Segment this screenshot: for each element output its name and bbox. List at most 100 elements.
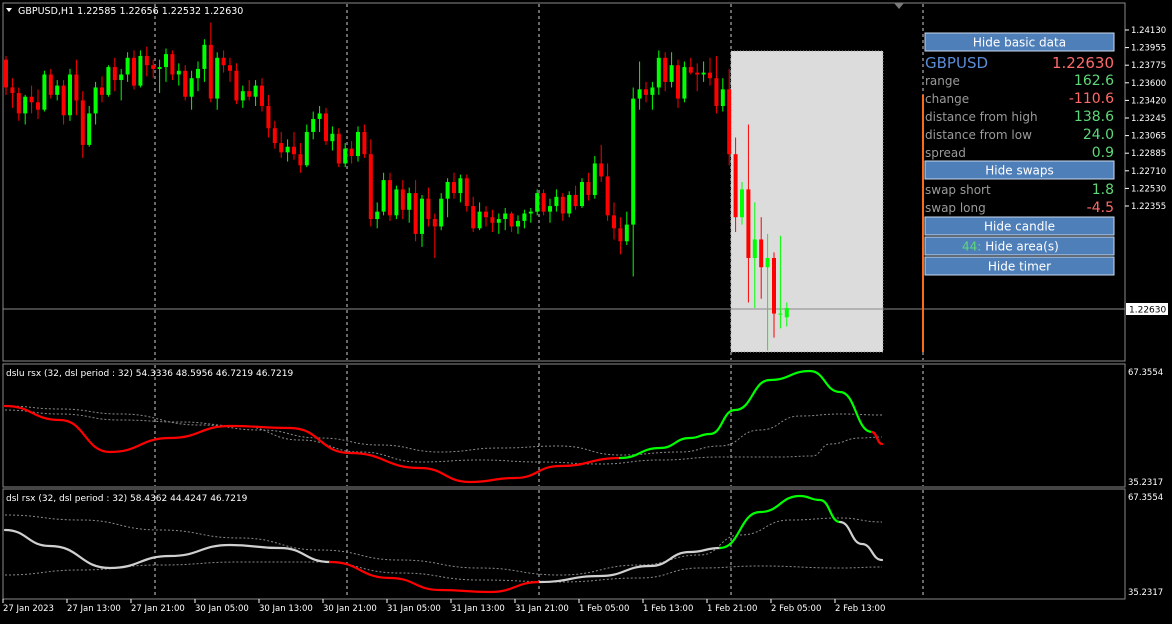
time-tick-label: 2 Feb 13:00 bbox=[835, 604, 885, 614]
candle-body bbox=[36, 102, 40, 110]
symbol-price: 1.22630 bbox=[1052, 54, 1114, 72]
time-tick-label: 1 Feb 13:00 bbox=[643, 604, 693, 614]
candle-body bbox=[541, 193, 546, 212]
candle-body bbox=[164, 54, 168, 68]
candle-body bbox=[439, 198, 444, 227]
candle-body bbox=[176, 70, 181, 75]
time-tick-label: 27 Jan 21:00 bbox=[131, 604, 185, 614]
indicator1-title: dslu rsx (32, dsl period : 32) 54.3336 4… bbox=[6, 369, 293, 379]
candle-body bbox=[688, 67, 693, 73]
info-row-label: distance from low bbox=[925, 128, 1032, 142]
candle-body bbox=[682, 67, 687, 99]
candle-body bbox=[106, 67, 111, 95]
candle-body bbox=[784, 308, 789, 318]
candle bbox=[464, 174, 469, 212]
time-tick-label: 31 Jan 21:00 bbox=[515, 604, 569, 614]
candle bbox=[535, 189, 540, 216]
time-tick-label: 31 Jan 05:00 bbox=[387, 604, 441, 614]
candle-body bbox=[720, 89, 725, 106]
candle-body bbox=[253, 85, 258, 97]
candle-body bbox=[580, 181, 584, 207]
candle-body bbox=[272, 128, 277, 144]
info-row-value: -110.6 bbox=[1069, 91, 1114, 107]
price-tick-label: 1.24130 bbox=[1131, 26, 1166, 36]
candle-body bbox=[170, 54, 175, 75]
candle bbox=[682, 61, 687, 103]
candle-body bbox=[74, 74, 79, 101]
hide-candle-button[interactable]: Hide candle bbox=[924, 216, 1115, 236]
candle-body bbox=[522, 213, 527, 221]
candle-body bbox=[324, 113, 328, 142]
candle-body bbox=[464, 178, 469, 207]
candle-body bbox=[567, 194, 572, 214]
candle-body bbox=[490, 217, 495, 223]
price-tick-label: 1.22885 bbox=[1131, 149, 1166, 159]
candle-body bbox=[292, 146, 296, 155]
candle-body bbox=[573, 194, 578, 207]
candle-body bbox=[560, 196, 565, 214]
candle-body bbox=[452, 181, 456, 194]
candle bbox=[336, 128, 341, 168]
candle-body bbox=[516, 220, 520, 227]
indicator1-bottom-tick: 35.2317 bbox=[1128, 478, 1163, 488]
candle-body bbox=[196, 68, 200, 79]
time-tick-label: 27 Jan 2023 bbox=[3, 604, 54, 614]
candle bbox=[324, 107, 328, 145]
candle-body bbox=[650, 87, 655, 95]
candle-body bbox=[496, 219, 501, 223]
hide-areas-button[interactable]: 44: Hide area(s) bbox=[924, 236, 1115, 256]
candle-body bbox=[157, 67, 162, 69]
candle bbox=[106, 65, 111, 97]
swap-row-value: -4.5 bbox=[1087, 200, 1114, 216]
candle-body bbox=[554, 196, 559, 207]
info-row-value: 138.6 bbox=[1074, 109, 1114, 125]
hide-swaps-button[interactable]: Hide swaps bbox=[924, 160, 1115, 180]
candle-body bbox=[388, 180, 392, 216]
hide-basic-data-button[interactable]: Hide basic data bbox=[924, 32, 1115, 52]
candle-body bbox=[112, 67, 117, 81]
time-tick-label: 30 Jan 21:00 bbox=[323, 604, 377, 614]
price-tick-label: 1.22530 bbox=[1131, 184, 1166, 194]
candle-body bbox=[311, 118, 316, 132]
candle-body bbox=[228, 65, 232, 71]
time-tick-label: 1 Feb 21:00 bbox=[707, 604, 757, 614]
candle-body bbox=[605, 176, 610, 216]
candle-body bbox=[48, 74, 53, 95]
candle-body bbox=[330, 133, 335, 142]
info-row-label: distance from high bbox=[925, 110, 1038, 124]
candle-body bbox=[285, 146, 290, 153]
highlight-area[interactable] bbox=[731, 51, 883, 352]
candle-body bbox=[676, 65, 680, 99]
candle-body bbox=[420, 198, 424, 234]
candle-body bbox=[298, 154, 303, 166]
candle-body bbox=[119, 74, 124, 81]
candle-body bbox=[16, 93, 21, 114]
info-row-label: range bbox=[925, 74, 960, 88]
candle-body bbox=[471, 206, 476, 229]
candle-body bbox=[733, 154, 738, 218]
candle-body bbox=[612, 215, 616, 229]
candle-body bbox=[29, 96, 34, 103]
swap-row-value: 1.8 bbox=[1092, 182, 1114, 198]
hide-timer-button[interactable]: Hide timer bbox=[924, 256, 1115, 276]
candle-body bbox=[368, 154, 373, 220]
candle-body bbox=[528, 211, 533, 214]
candle-body bbox=[55, 85, 60, 95]
candle-body bbox=[144, 55, 149, 66]
candle-body bbox=[189, 78, 194, 97]
candle-body bbox=[778, 313, 783, 315]
candle-body bbox=[42, 74, 47, 110]
hide-area-overlay-text: 44: bbox=[962, 240, 981, 254]
candle-body bbox=[772, 257, 776, 314]
candle-body bbox=[279, 143, 284, 153]
candle-body bbox=[535, 193, 540, 212]
info-row-label: spread bbox=[925, 146, 966, 160]
candle-body bbox=[586, 181, 591, 195]
candle-body bbox=[765, 257, 770, 268]
candle-body bbox=[247, 91, 252, 97]
indicator2-top-tick: 67.3554 bbox=[1128, 493, 1163, 503]
candle-body bbox=[336, 133, 341, 164]
candle-body bbox=[100, 87, 104, 95]
info-row-label: change bbox=[925, 92, 969, 106]
candle-body bbox=[215, 57, 220, 99]
